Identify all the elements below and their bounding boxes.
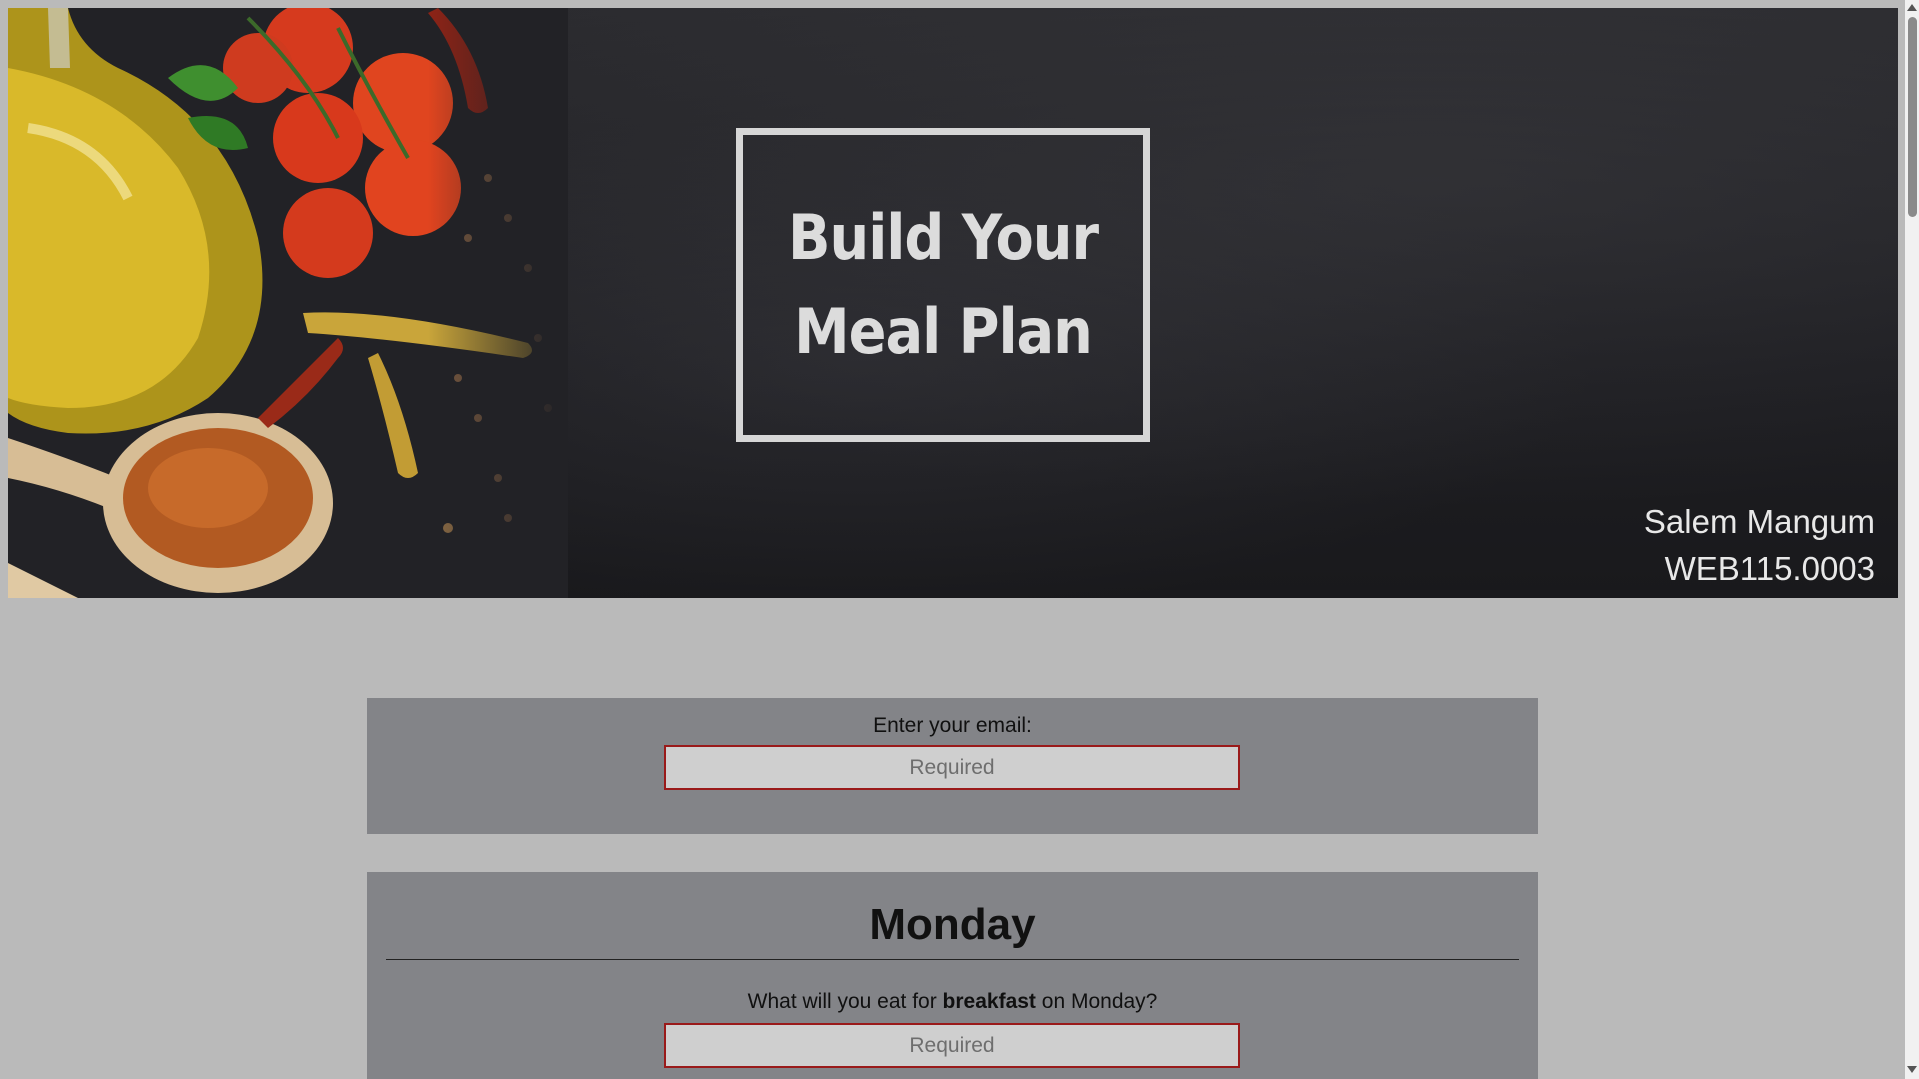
day-heading-monday: Monday bbox=[869, 900, 1036, 949]
author-info: Salem Mangum WEB115.0003 bbox=[1644, 498, 1875, 592]
page: Build Your Meal Plan Salem Mangum WEB115… bbox=[0, 0, 1919, 1079]
course-code: WEB115.0003 bbox=[1664, 550, 1875, 587]
vertical-scrollbar[interactable] bbox=[1905, 0, 1919, 1079]
monday-section: Monday What will you eat for breakfast o… bbox=[367, 872, 1538, 1079]
section-divider bbox=[386, 959, 1519, 960]
breakfast-meal-name: breakfast bbox=[942, 990, 1036, 1013]
monday-breakfast-input[interactable] bbox=[664, 1023, 1240, 1068]
email-label: Enter your email: bbox=[873, 714, 1032, 737]
scroll-up-arrow-icon[interactable] bbox=[1907, 4, 1917, 11]
page-title-line-2: Meal Plan bbox=[794, 295, 1093, 368]
breakfast-question: What will you eat for breakfast on Monda… bbox=[367, 990, 1538, 1014]
author-name: Salem Mangum bbox=[1643, 503, 1875, 540]
email-input[interactable] bbox=[664, 745, 1240, 790]
scroll-down-arrow-icon[interactable] bbox=[1907, 1066, 1917, 1073]
breakfast-question-prefix: What will you eat for bbox=[747, 990, 943, 1013]
title-frame: Build Your Meal Plan bbox=[736, 128, 1150, 442]
hero-banner: Build Your Meal Plan Salem Mangum WEB115… bbox=[8, 8, 1898, 598]
scrollbar-thumb[interactable] bbox=[1908, 17, 1917, 217]
breakfast-question-suffix: on Monday? bbox=[1035, 990, 1158, 1013]
email-section: Enter your email: bbox=[367, 698, 1538, 834]
page-title-line-1: Build Your bbox=[787, 201, 1099, 274]
food-ingredients-image bbox=[8, 8, 568, 598]
